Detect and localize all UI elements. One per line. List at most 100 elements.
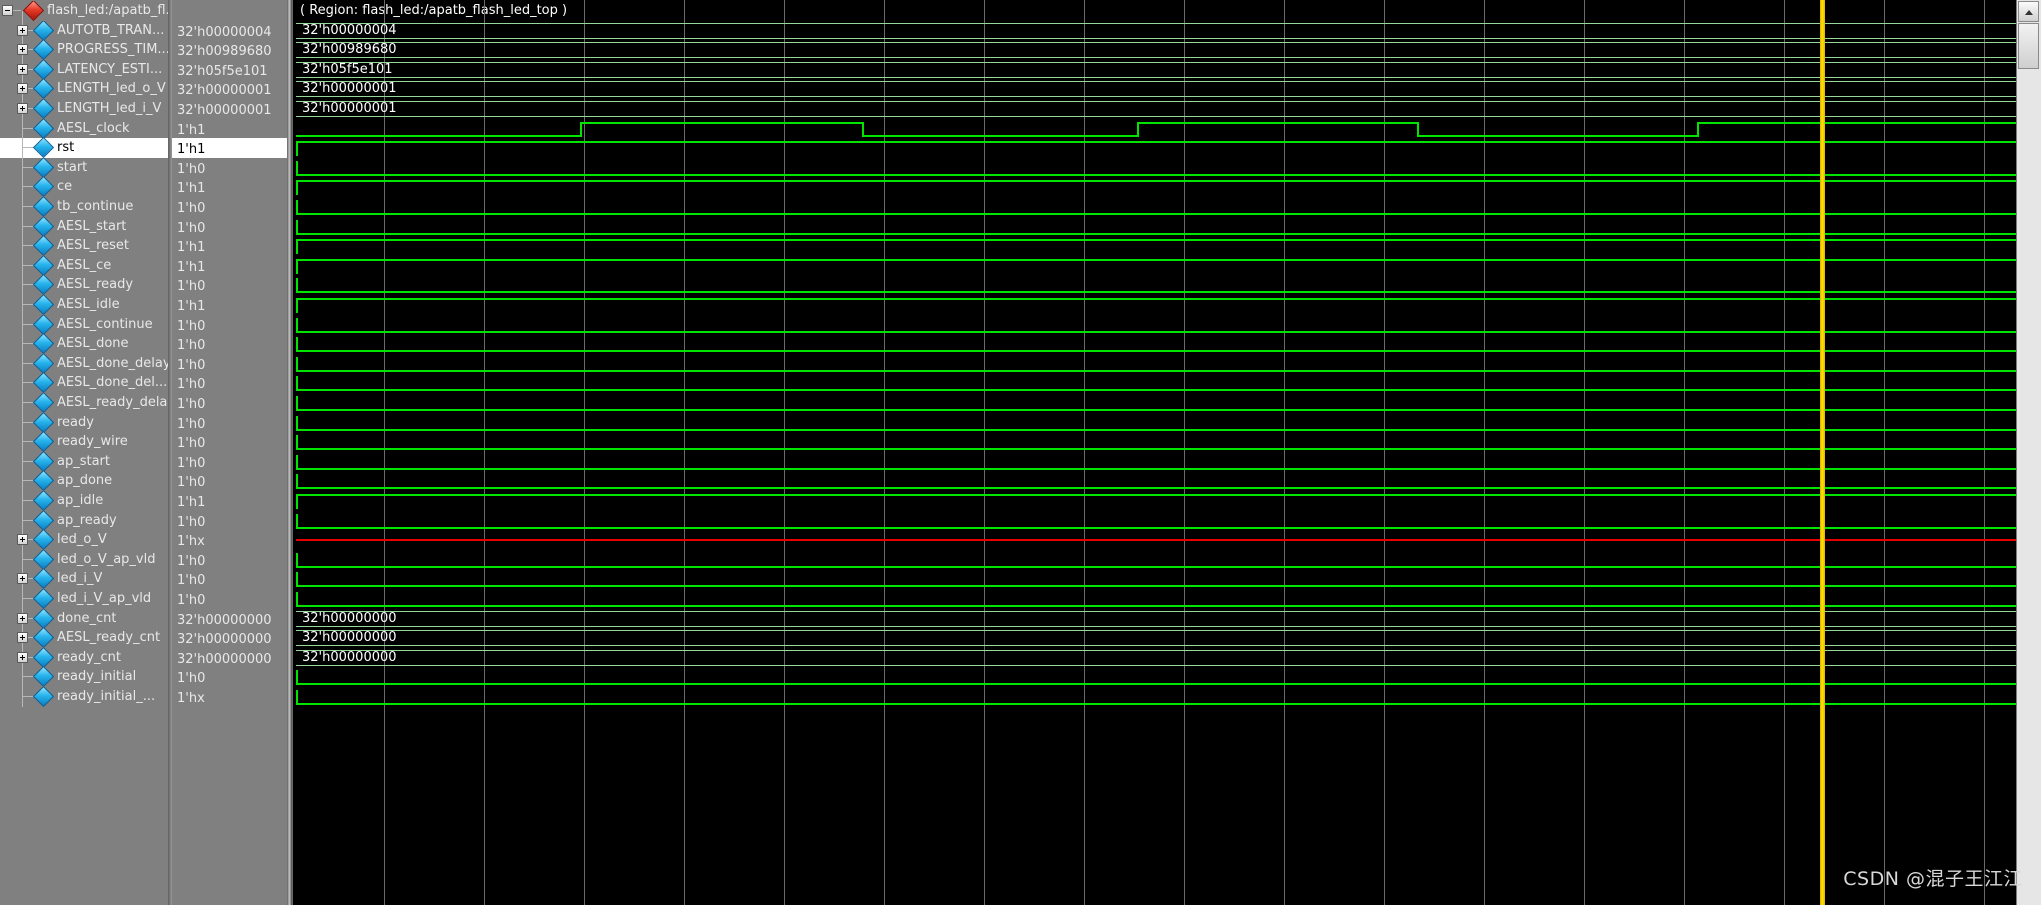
expand-plus-icon[interactable] — [17, 44, 28, 56]
signal-value-cell[interactable]: 32'h00000001 — [172, 99, 287, 119]
waveform-row[interactable] — [292, 589, 2017, 609]
signal-row-aesl_start[interactable]: AESL_start — [0, 216, 168, 237]
signal-value-cell[interactable]: 1'h0 — [172, 471, 287, 491]
waveform-row[interactable]: 32'h00000001 — [292, 79, 2017, 99]
signal-value-cell[interactable]: 1'h0 — [172, 217, 287, 237]
signal-value-cell[interactable]: 1'h0 — [172, 667, 287, 687]
signal-row-ce[interactable]: ce — [0, 177, 168, 197]
signal-value-cell[interactable]: 1'h0 — [172, 413, 287, 433]
signal-value-column[interactable]: 32'h00000004 32'h00989680 32'h05f5e101 32'h… — [172, 0, 287, 905]
signal-row-ready_wire[interactable]: ready_wire — [0, 432, 168, 452]
signal-row-rst[interactable]: rst — [0, 138, 168, 158]
signal-value-cell[interactable]: 1'h0 — [172, 158, 287, 178]
scrollbar-thumb[interactable] — [2018, 23, 2039, 69]
signal-row-flash_ledapatb_fl[interactable]: flash_led:/apatb_fl... — [0, 1, 168, 21]
signal-value-cell[interactable]: 1'h0 — [172, 315, 287, 335]
signal-value-cell[interactable]: 1'h0 — [172, 197, 287, 217]
signal-row-aesl_continue[interactable]: AESL_continue — [0, 314, 168, 335]
waveform-row[interactable] — [292, 432, 2017, 452]
waveform-row[interactable] — [292, 177, 2017, 197]
signal-value-cell[interactable]: 1'hx — [172, 530, 287, 550]
signal-value-cell[interactable]: 1'hx — [172, 687, 287, 707]
signal-value-cell[interactable]: 1'h0 — [172, 334, 287, 354]
signal-value-cell[interactable]: 1'h0 — [172, 373, 287, 393]
signal-row-aesl_ready_delay[interactable]: AESL_ready_delay — [0, 393, 168, 413]
waveform-row[interactable] — [292, 158, 2017, 178]
expand-plus-icon[interactable] — [17, 612, 28, 624]
waveform-row[interactable] — [292, 569, 2017, 589]
waveform-row[interactable] — [292, 550, 2017, 570]
signal-value-cell[interactable]: 1'h0 — [172, 550, 287, 570]
waveform-row[interactable] — [292, 452, 2017, 472]
signal-value-cell[interactable]: 1'h0 — [172, 393, 287, 413]
signal-row-start[interactable]: start — [0, 157, 168, 178]
expand-plus-icon[interactable] — [17, 24, 28, 36]
collapse-minus-icon[interactable] — [2, 5, 13, 16]
waveform-row[interactable] — [292, 373, 2017, 393]
waveform-row[interactable] — [292, 413, 2017, 433]
waveform-row[interactable] — [292, 315, 2017, 335]
signal-value-cell[interactable]: 1'h1 — [172, 138, 287, 158]
waveform-row[interactable] — [292, 275, 2017, 295]
waveform-row[interactable] — [292, 256, 2017, 276]
signal-value-cell[interactable]: 32'h00989680 — [172, 40, 287, 60]
waveform-row[interactable] — [292, 295, 2017, 315]
expand-plus-icon[interactable] — [17, 103, 28, 114]
scroll-up-button[interactable] — [2018, 1, 2039, 22]
waveform-row[interactable] — [292, 197, 2017, 217]
signal-row-done_cnt[interactable]: done_cnt — [0, 608, 168, 629]
signal-value-cell[interactable]: 32'h00000004 — [172, 21, 287, 41]
waveform-row[interactable]: 32'h05f5e101 — [292, 60, 2017, 80]
waveform-row[interactable] — [292, 471, 2017, 491]
signal-value-cell[interactable]: 1'h1 — [172, 236, 287, 256]
signal-row-aesl_ready[interactable]: AESL_ready — [0, 275, 168, 295]
signal-row-led_o_v_ap_vld[interactable]: led_o_V_ap_vld — [0, 549, 168, 570]
waveform-row[interactable] — [292, 530, 2017, 550]
signal-value-cell[interactable]: 32'h00000000 — [172, 628, 287, 648]
signal-value-cell[interactable]: 1'h0 — [172, 511, 287, 531]
waveform-row[interactable] — [292, 138, 2017, 158]
waveform-row[interactable]: 32'h00000004 — [292, 21, 2017, 41]
waveform-row[interactable] — [292, 491, 2017, 511]
expand-plus-icon[interactable] — [17, 651, 28, 663]
signal-row-progress_tim[interactable]: PROGRESS_TIM... — [0, 40, 168, 60]
time-cursor-marker[interactable] — [1820, 0, 1825, 905]
waveform-row[interactable]: 32'h00000000 — [292, 628, 2017, 648]
expand-plus-icon[interactable] — [17, 63, 28, 75]
signal-value-cell[interactable]: 1'h0 — [172, 275, 287, 295]
waveform-row[interactable] — [292, 236, 2017, 256]
signal-row-latency_esti[interactable]: LATENCY_ESTI... — [0, 59, 168, 80]
signal-row-length_led_i_v[interactable]: LENGTH_led_i_V — [0, 99, 168, 119]
signal-row-ap_done[interactable]: ap_done — [0, 471, 168, 491]
signal-row-ap_start[interactable]: ap_start — [0, 451, 168, 472]
signal-value-cell[interactable]: 1'h1 — [172, 295, 287, 315]
signal-value-cell[interactable] — [172, 1, 287, 21]
waveform-row[interactable] — [292, 217, 2017, 237]
signal-row-aesl_done_del[interactable]: AESL_done_del... — [0, 373, 168, 393]
waveform-row[interactable]: 32'h00000000 — [292, 648, 2017, 668]
signal-row-aesl_ready_cnt[interactable]: AESL_ready_cnt — [0, 628, 168, 648]
signal-value-cell[interactable]: 1'h0 — [172, 569, 287, 589]
waveform-row[interactable] — [292, 393, 2017, 413]
signal-value-cell[interactable]: 32'h00000001 — [172, 79, 287, 99]
waveform-row[interactable] — [292, 354, 2017, 374]
waveform-row[interactable]: 32'h00000001 — [292, 99, 2017, 119]
waveform-row[interactable]: 32'h00989680 — [292, 40, 2017, 60]
signal-value-cell[interactable]: 1'h1 — [172, 177, 287, 197]
signal-row-tb_continue[interactable]: tb_continue — [0, 197, 168, 217]
signal-row-aesl_done[interactable]: AESL_done — [0, 334, 168, 354]
signal-row-led_i_v_ap_vld[interactable]: led_i_V_ap_vld — [0, 589, 168, 609]
signal-row-ready[interactable]: ready — [0, 412, 168, 433]
signal-value-cell[interactable]: 1'h1 — [172, 491, 287, 511]
signal-row-aesl_done_delay[interactable]: AESL_done_delay — [0, 353, 168, 374]
waveform-pane[interactable]: ( Region: flash_led:/apatb_flash_led_top… — [292, 0, 2017, 905]
signal-value-cell[interactable]: 32'h05f5e101 — [172, 60, 287, 80]
signal-row-aesl_clock[interactable]: AESL_clock — [0, 118, 168, 139]
signal-row-led_o_v[interactable]: led_o_V — [0, 530, 168, 550]
signal-row-autotb_tran[interactable]: AUTOTB_TRAN... — [0, 20, 168, 41]
signal-row-ap_idle[interactable]: ap_idle — [0, 491, 168, 511]
waveform-row[interactable] — [292, 334, 2017, 354]
signal-value-cell[interactable]: 1'h0 — [172, 432, 287, 452]
waveform-row[interactable] — [292, 511, 2017, 531]
signal-row-length_led_o_v[interactable]: LENGTH_led_o_V — [0, 79, 168, 99]
